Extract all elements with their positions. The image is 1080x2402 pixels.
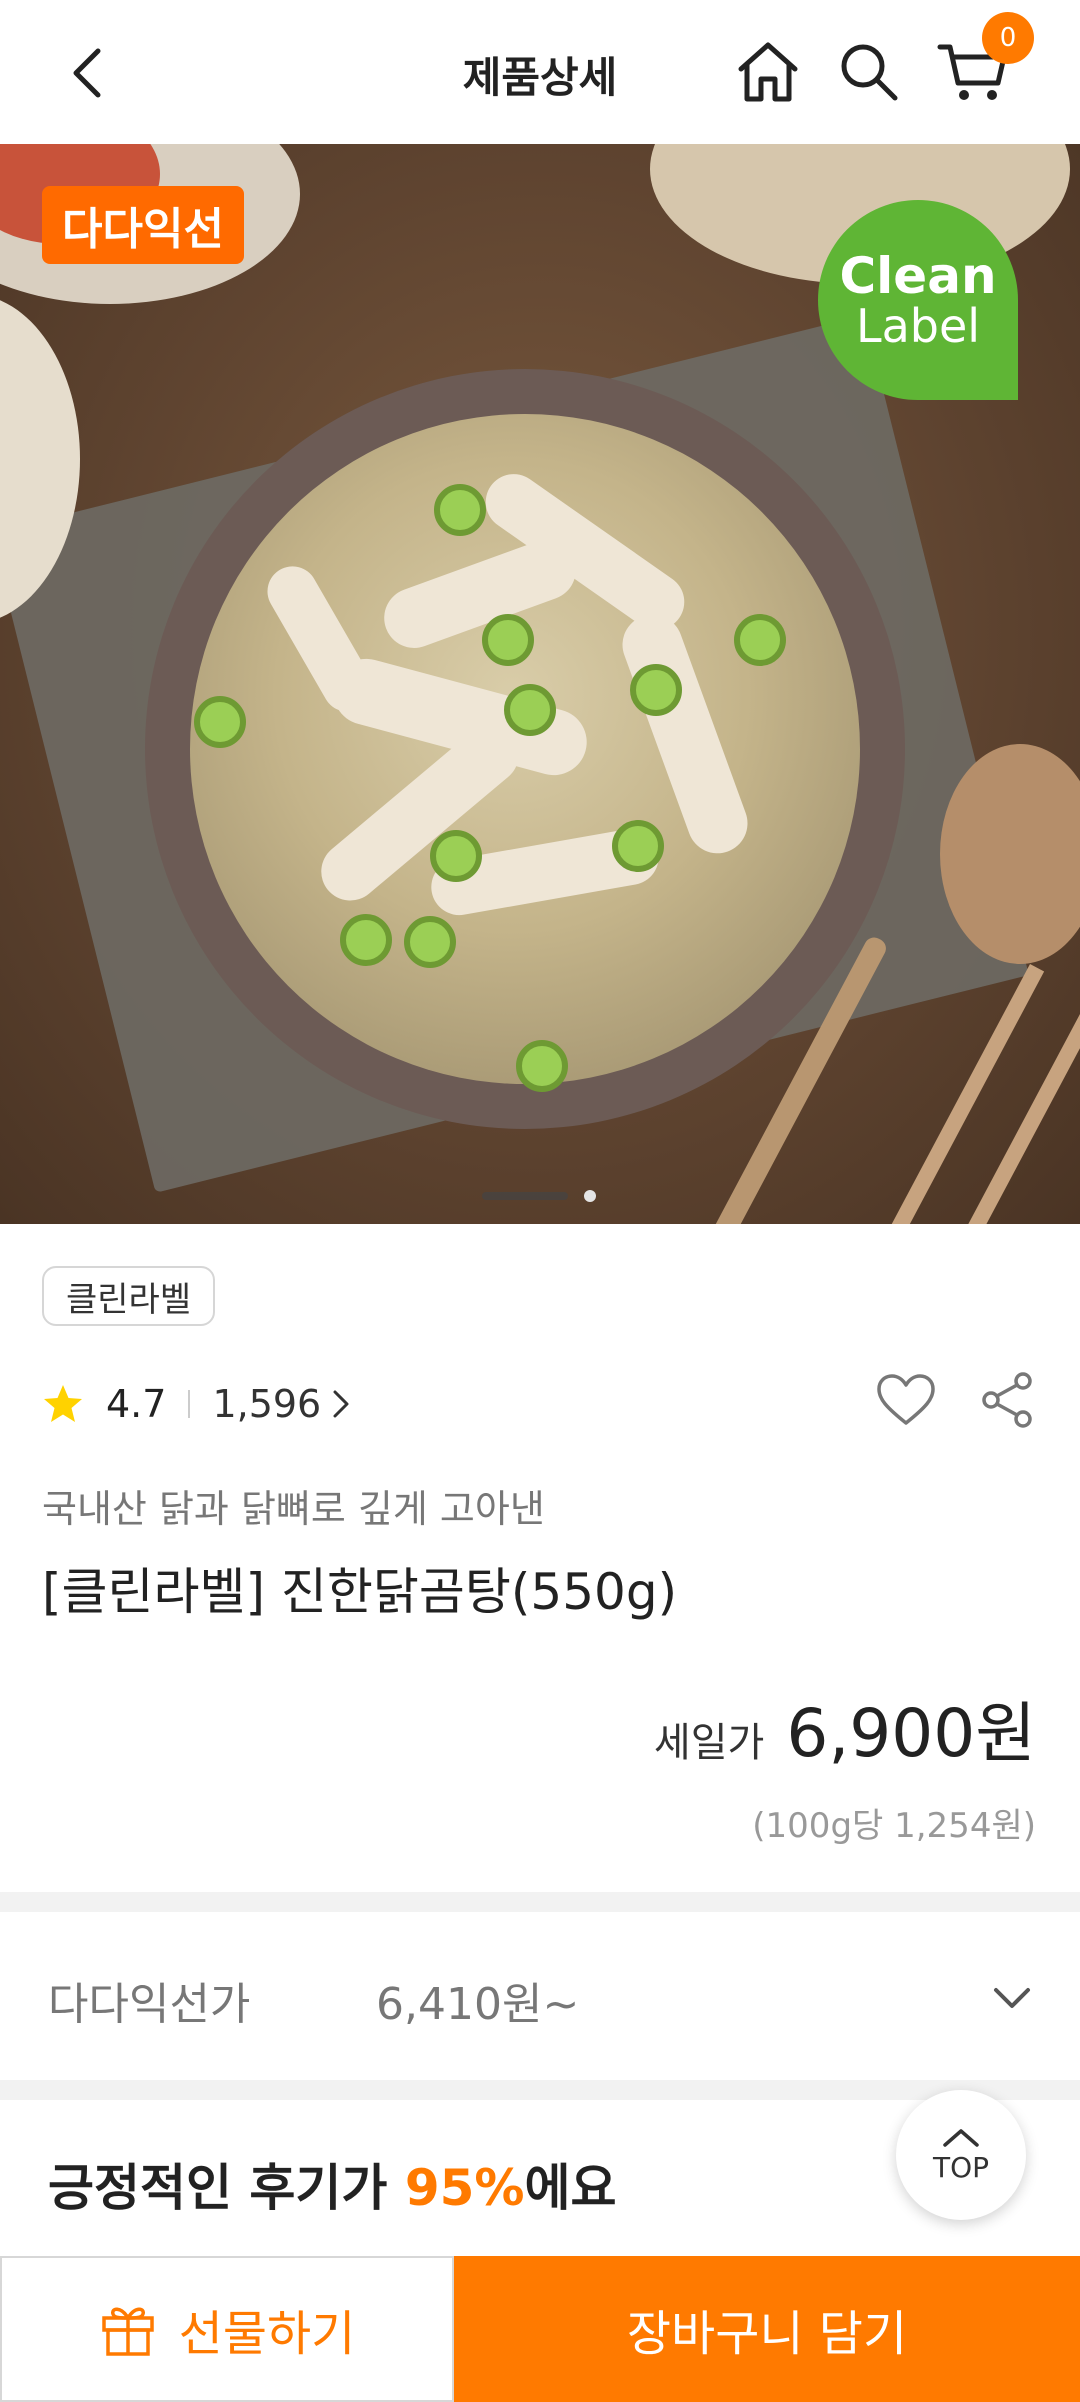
bulk-price-dropdown[interactable]: 다다익선가 6,410원~ xyxy=(0,1912,1080,2080)
section-divider xyxy=(0,1892,1080,1912)
scallion-graphic xyxy=(404,916,456,968)
gift-icon xyxy=(101,2307,154,2356)
clean-label-text: Label xyxy=(855,299,981,354)
chevron-up-icon xyxy=(943,2128,979,2147)
section-divider xyxy=(0,2080,1080,2100)
scallion-graphic xyxy=(612,820,664,872)
scallion-graphic xyxy=(516,1040,568,1092)
cart-count-badge: 0 xyxy=(982,12,1034,64)
page-title: 제품상세 xyxy=(462,53,618,102)
chevron-right-icon xyxy=(331,1388,351,1420)
bulk-price-label: 다다익선가 xyxy=(48,1979,251,2030)
scallion-graphic xyxy=(434,484,486,536)
scallion-graphic xyxy=(194,696,246,748)
price-row: 세일가 6,900원 xyxy=(654,1680,1036,1776)
scallion-graphic xyxy=(630,664,682,716)
positive-review-percent: 95% xyxy=(404,2159,525,2217)
share-button[interactable] xyxy=(975,1368,1039,1432)
scallion-graphic xyxy=(340,914,392,966)
unit-price: (100g당 1,254원) xyxy=(752,1806,1036,1846)
add-to-cart-label: 장바구니 담기 xyxy=(626,2306,908,2362)
review-summary-prefix: 긍정적인 후기가 xyxy=(48,2159,405,2217)
star-icon xyxy=(42,1382,86,1426)
gift-button-label: 선물하기 xyxy=(178,2306,356,2362)
clean-label-text: Clean xyxy=(839,246,997,305)
price-label: 세일가 xyxy=(653,1720,765,1766)
bulk-price-value: 6,410원~ xyxy=(376,1979,580,2030)
heart-icon xyxy=(877,1374,935,1425)
pager-dot[interactable] xyxy=(584,1190,596,1202)
review-summary-suffix: 에요 xyxy=(524,2159,617,2217)
divider xyxy=(188,1390,191,1418)
scallion-graphic xyxy=(482,614,534,666)
review-count-link[interactable]: 1,596 xyxy=(212,1382,321,1426)
home-icon xyxy=(738,42,798,102)
wishlist-button[interactable] xyxy=(874,1368,938,1432)
rating-value: 4.7 xyxy=(106,1382,167,1426)
gift-button[interactable]: 선물하기 xyxy=(0,2256,454,2402)
add-to-cart-button[interactable]: 장바구니 담기 xyxy=(454,2256,1080,2402)
promo-badge: 다다익선 xyxy=(42,186,244,264)
share-icon xyxy=(982,1372,1032,1428)
price-value: 6,900원 xyxy=(786,1695,1036,1772)
pager-active-indicator xyxy=(482,1192,568,1200)
review-summary-heading: 긍정적인 후기가 95%에요 xyxy=(48,2148,617,2220)
carousel-pager xyxy=(0,1190,1080,1202)
clean-label-logo: Clean Label xyxy=(818,200,1018,400)
scallion-graphic xyxy=(504,684,556,736)
bottom-action-bar: 선물하기 장바구니 담기 xyxy=(0,2256,1080,2402)
top-button-label: TOP xyxy=(932,2150,990,2184)
scallion-graphic xyxy=(430,830,482,882)
search-button[interactable] xyxy=(833,36,905,108)
scallion-graphic xyxy=(734,614,786,666)
product-name: [클린라벨] 진한닭곰탕(550g) xyxy=(42,1563,678,1621)
top-app-bar: 제품상세 0 xyxy=(0,0,1080,144)
product-subtitle: 국내산 닭과 닭뼈로 깊게 고아낸 xyxy=(42,1487,545,1531)
scroll-to-top-button[interactable]: TOP xyxy=(896,2090,1026,2220)
chevron-down-icon xyxy=(990,1978,1034,2018)
product-tag-chip[interactable]: 클린라벨 xyxy=(42,1266,216,1326)
search-icon xyxy=(841,44,898,101)
home-button[interactable] xyxy=(732,36,804,108)
